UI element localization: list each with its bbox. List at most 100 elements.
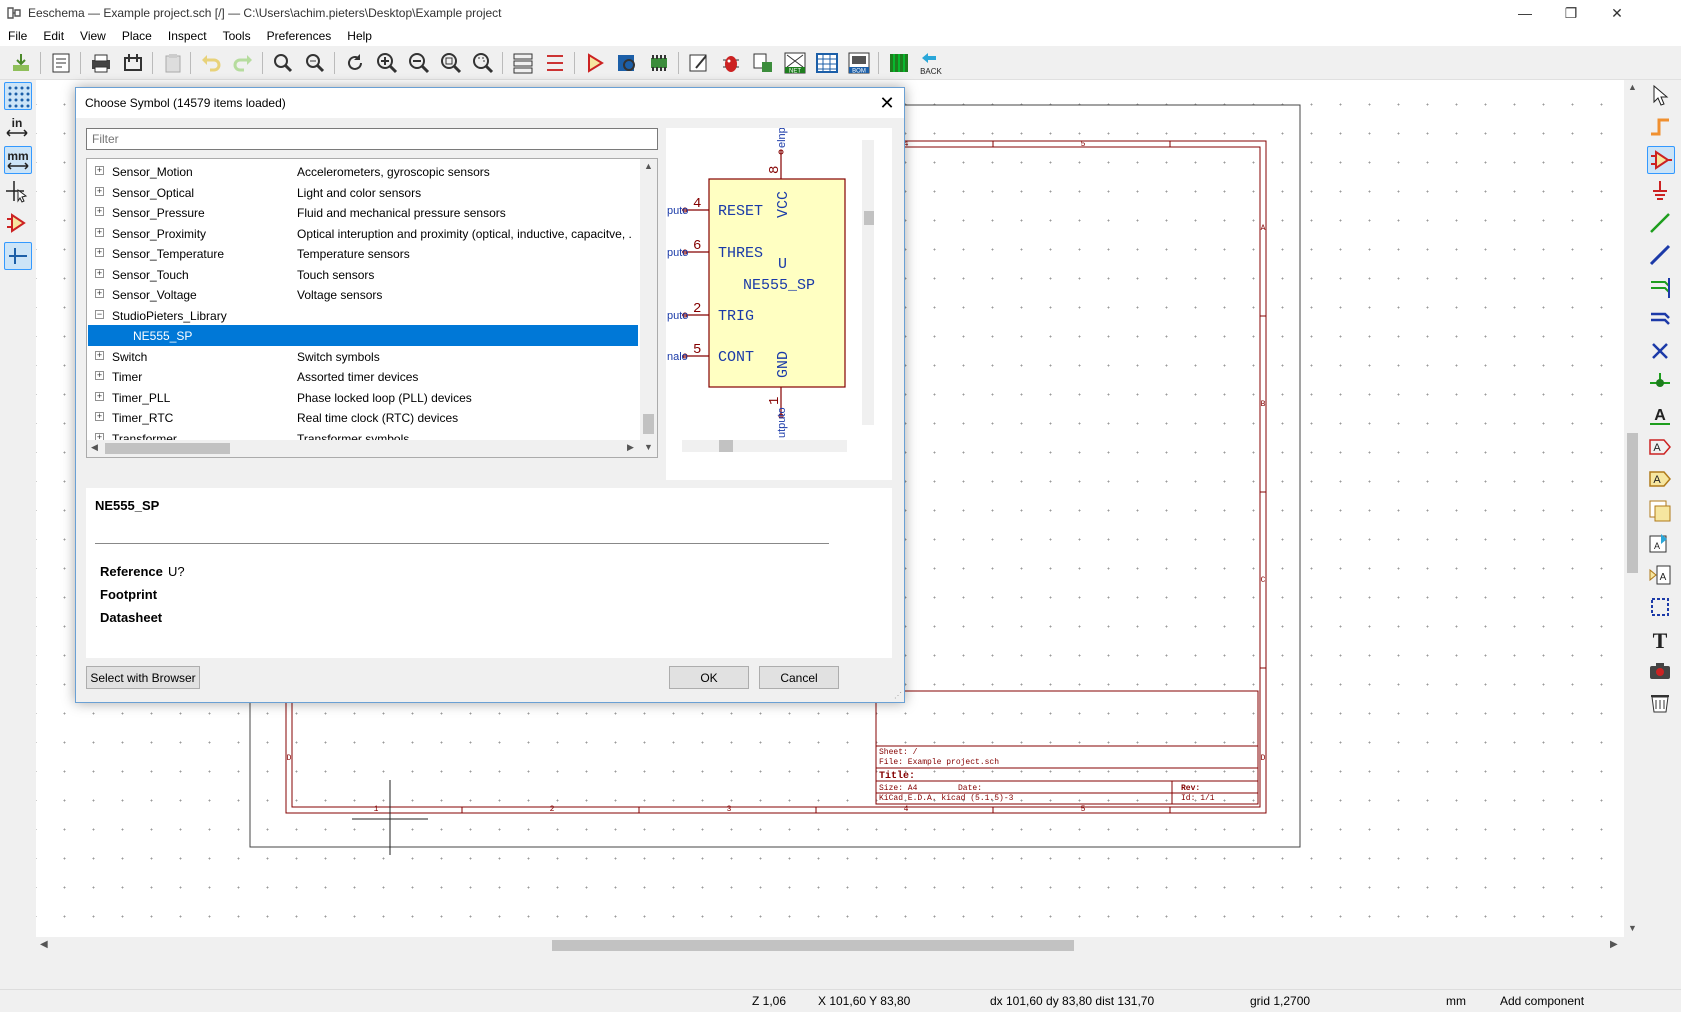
netlist-icon[interactable]: NET — [782, 50, 808, 76]
paste-icon[interactable] — [160, 50, 186, 76]
find-icon[interactable] — [270, 50, 296, 76]
highlight-net-icon[interactable] — [1647, 114, 1675, 142]
symbol-editor-icon[interactable] — [582, 50, 608, 76]
dialog-close-button[interactable]: ✕ — [876, 92, 898, 114]
expand-icon[interactable]: + — [95, 248, 104, 257]
ok-button[interactable]: OK — [669, 666, 749, 689]
add-bus-icon[interactable] — [1647, 242, 1675, 270]
zoom-out-icon[interactable] — [406, 50, 432, 76]
assign-footprints-icon[interactable] — [750, 50, 776, 76]
tree-horizontal-scrollbar[interactable]: ◀ ▶ — [87, 440, 640, 457]
expand-icon[interactable]: + — [95, 289, 104, 298]
tree-vscroll-thumb[interactable] — [643, 414, 654, 434]
pcbnew-icon[interactable] — [886, 50, 912, 76]
import-sheet-pin-icon[interactable]: A — [1647, 530, 1675, 558]
expand-icon[interactable]: + — [95, 227, 104, 237]
add-wire-icon[interactable] — [1647, 210, 1675, 238]
canvas-hscroll-thumb[interactable] — [552, 940, 1074, 951]
tree-row-sensor-touch[interactable]: + Sensor_Touch Touch sensors — [88, 264, 638, 285]
footprint-editor-icon[interactable] — [646, 50, 672, 76]
menu-view[interactable]: View — [72, 29, 114, 43]
canvas-horizontal-scrollbar[interactable]: ◀ ▶ — [36, 937, 1624, 954]
add-image-icon[interactable] — [1647, 658, 1675, 686]
canvas-vscroll-thumb[interactable] — [1627, 433, 1638, 573]
expand-icon[interactable]: + — [95, 391, 104, 401]
print-icon[interactable] — [88, 50, 114, 76]
tree-row-timer-rtc[interactable]: + Timer_RTC Real time clock (RTC) devices — [88, 407, 638, 428]
expand-icon[interactable]: + — [95, 186, 104, 196]
tree-row-sensor-proximity[interactable]: + Sensor_Proximity Optical interuption and… — [88, 223, 638, 244]
tree-row-ne555-sp[interactable]: NE555_SP — [88, 325, 638, 346]
bus-bus-entry-icon[interactable] — [1647, 306, 1675, 334]
menu-edit[interactable]: Edit — [35, 29, 72, 43]
zoom-in-icon[interactable] — [374, 50, 400, 76]
symbol-library-browser-icon[interactable] — [614, 50, 640, 76]
add-junction-icon[interactable] — [1647, 370, 1675, 398]
annotate-icon[interactable] — [686, 50, 712, 76]
minimize-button[interactable]: — — [1502, 0, 1548, 26]
expand-icon[interactable]: + — [95, 207, 104, 216]
spreadsheet-icon[interactable] — [814, 50, 840, 76]
select-with-browser-button[interactable]: Select with Browser — [86, 666, 200, 689]
add-hierarchical-label-icon[interactable]: A — [1647, 466, 1675, 494]
add-text-icon[interactable]: T — [1647, 626, 1675, 654]
save-icon[interactable] — [8, 50, 34, 76]
tree-row-sensor-pressure[interactable]: + Sensor_Pressure Fluid and mechanical pre… — [88, 202, 638, 223]
tree-row-timer-pll[interactable]: + Timer_PLL Phase locked loop (PLL) device… — [88, 387, 638, 408]
tree-scroll-down-icon[interactable]: ▼ — [644, 442, 653, 452]
add-global-label-icon[interactable]: A — [1647, 434, 1675, 462]
zoom-selection-icon[interactable] — [470, 50, 496, 76]
tree-row-sensor-temperature[interactable]: + Sensor_Temperature Temperature sensors — [88, 243, 638, 264]
page-settings-icon[interactable] — [48, 50, 74, 76]
maximize-button[interactable]: ❐ — [1548, 0, 1594, 26]
wire-bus-entry-icon[interactable] — [1647, 274, 1675, 302]
scroll-down-icon[interactable]: ▼ — [1628, 923, 1637, 933]
expand-icon[interactable]: + — [95, 166, 104, 175]
tree-row-timer[interactable]: + Timer Assorted timer devices — [88, 366, 638, 387]
hidden-pins-icon[interactable] — [4, 210, 32, 238]
menu-inspect[interactable]: Inspect — [160, 29, 215, 43]
add-power-icon[interactable] — [1647, 178, 1675, 206]
add-hierarchical-sheet-icon[interactable] — [1647, 498, 1675, 526]
scroll-up-icon[interactable]: ▲ — [1628, 82, 1637, 92]
bom-icon[interactable]: BOM — [846, 50, 872, 76]
leave-sheet-icon[interactable] — [542, 50, 568, 76]
cursor-shape-icon[interactable] — [4, 178, 32, 206]
tree-scroll-right-icon[interactable]: ▶ — [627, 442, 634, 453]
tree-row-studiopieters-library[interactable]: − StudioPieters_Library — [88, 305, 638, 326]
tree-row-sensor-optical[interactable]: + Sensor_Optical Light and color sensors — [88, 182, 638, 203]
menu-tools[interactable]: Tools — [215, 29, 259, 43]
expand-icon[interactable]: + — [95, 268, 104, 278]
tree-scroll-left-icon[interactable]: ◀ — [91, 442, 98, 453]
scroll-right-icon[interactable]: ▶ — [1610, 939, 1618, 950]
millimeters-units-icon[interactable]: mm — [4, 146, 32, 174]
find-replace-icon[interactable] — [302, 50, 328, 76]
menu-place[interactable]: Place — [114, 29, 160, 43]
canvas-vertical-scrollbar[interactable]: ▲ ▼ — [1624, 80, 1641, 937]
tree-row-sensor-motion[interactable]: + Sensor_Motion Accelerometers, gyroscopic… — [88, 161, 638, 182]
undo-icon[interactable] — [198, 50, 224, 76]
expand-icon[interactable]: + — [95, 350, 104, 360]
menu-preferences[interactable]: Preferences — [259, 29, 340, 43]
refresh-icon[interactable] — [342, 50, 368, 76]
tree-vertical-scrollbar[interactable]: ▲ ▼ — [640, 159, 657, 457]
grid-toggle-icon[interactable] — [4, 82, 32, 110]
scroll-left-icon[interactable]: ◀ — [40, 939, 48, 950]
menu-file[interactable]: File — [0, 29, 35, 43]
tree-scroll-up-icon[interactable]: ▲ — [644, 161, 653, 171]
expand-icon[interactable]: + — [95, 412, 104, 421]
tree-hscroll-thumb[interactable] — [105, 443, 230, 454]
resize-grip-icon[interactable]: ⋰ — [894, 691, 902, 700]
zoom-fit-icon[interactable] — [438, 50, 464, 76]
redo-icon[interactable] — [230, 50, 256, 76]
back-annotate-icon[interactable]: BACK — [918, 50, 944, 76]
plot-icon[interactable] — [120, 50, 146, 76]
filter-input[interactable] — [86, 128, 658, 150]
symbol-tree[interactable]: + Sensor_Motion Accelerometers, gyroscopic… — [86, 158, 658, 458]
add-symbol-icon[interactable] — [1647, 146, 1675, 174]
close-window-button[interactable]: ✕ — [1594, 0, 1640, 26]
hierarchy-navigator-icon[interactable] — [510, 50, 536, 76]
select-arrow-icon[interactable] — [1647, 82, 1675, 110]
expand-icon[interactable]: + — [95, 371, 104, 380]
add-graphic-lines-icon[interactable] — [1647, 594, 1675, 622]
